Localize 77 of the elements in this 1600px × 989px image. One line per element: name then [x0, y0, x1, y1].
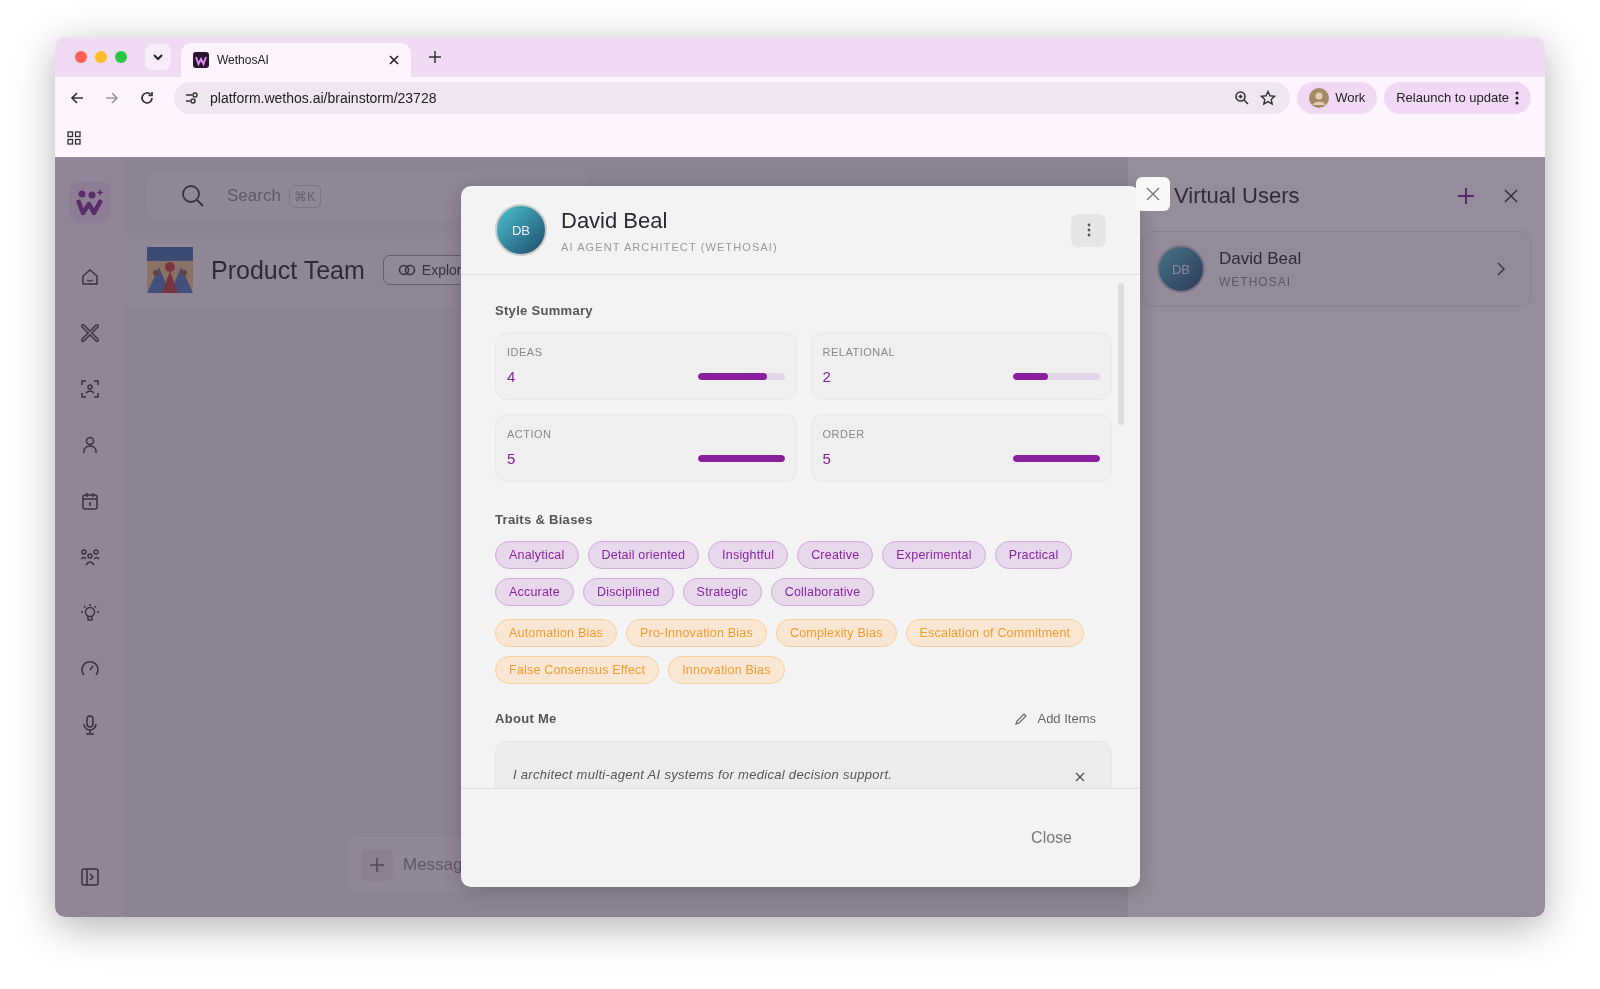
bias-tag: Complexity Bias — [775, 619, 897, 647]
user-avatar: DB — [1157, 245, 1205, 293]
bias-tag: Pro-Innovation Bias — [626, 619, 767, 647]
tab-list-button[interactable] — [145, 44, 171, 70]
zoom-icon[interactable] — [1234, 89, 1251, 106]
panel-title: Virtual Users — [1174, 183, 1300, 209]
bias-tag: False Consensus Effect — [495, 656, 660, 684]
close-icon — [1146, 187, 1160, 201]
section-title: Style Summary — [495, 303, 594, 318]
group-icon[interactable] — [80, 547, 100, 567]
metric-value: 2 — [822, 368, 831, 385]
bias-tag: Escalation of Commitment — [905, 619, 1085, 647]
metric-label: IDEAS — [507, 346, 544, 358]
metric-label: RELATIONAL — [822, 346, 897, 358]
close-button[interactable]: Close — [1025, 828, 1078, 848]
add-icon[interactable] — [1457, 187, 1475, 205]
address-bar[interactable]: platform.wethos.ai/brainstorm/23728 — [174, 81, 1291, 114]
forward-icon[interactable] — [104, 89, 120, 106]
person-icon[interactable] — [80, 435, 100, 455]
profile-role: AI AGENT ARCHITECT (WETHOSAI) — [561, 240, 779, 253]
tools-icon[interactable] — [80, 323, 100, 343]
trait-tag: Detail oriented — [587, 541, 700, 569]
section-title: Traits & Biases — [495, 512, 594, 527]
microphone-icon[interactable] — [80, 715, 100, 735]
app-logo-icon[interactable] — [69, 181, 111, 223]
pencil-icon — [1014, 711, 1029, 726]
trait-tag: Analytical — [495, 541, 579, 569]
metric-label: ACTION — [507, 428, 553, 440]
relaunch-button[interactable]: Relaunch to update — [1384, 81, 1531, 114]
back-icon[interactable] — [69, 89, 85, 106]
add-items-button[interactable]: Add Items — [1008, 710, 1102, 727]
trait-tag: Collaborative — [770, 578, 875, 606]
expand-sidebar-icon[interactable] — [80, 867, 100, 887]
search-icon — [181, 184, 205, 208]
trait-tag: Insightful — [708, 541, 789, 569]
metric-value: 5 — [507, 450, 516, 467]
new-tab-icon[interactable] — [429, 51, 441, 63]
reload-icon[interactable] — [139, 89, 155, 106]
app-logo-icon — [193, 52, 209, 68]
trait-tag: Experimental — [882, 541, 986, 569]
metric-label: ORDER — [822, 428, 866, 440]
trait-tag: Creative — [797, 541, 874, 569]
lightbulb-icon[interactable] — [80, 603, 100, 623]
home-icon[interactable] — [80, 267, 100, 287]
close-button[interactable] — [1136, 177, 1170, 211]
trait-tag: Practical — [994, 541, 1073, 569]
tab-title: WethosAI — [217, 53, 270, 67]
profile-button[interactable]: Work — [1297, 81, 1378, 114]
site-settings-icon[interactable] — [184, 89, 200, 106]
profile-avatar: DB — [495, 204, 547, 256]
bias-tag: Innovation Bias — [668, 656, 785, 684]
more-icon — [1515, 90, 1519, 105]
remove-icon[interactable] — [1075, 772, 1085, 782]
bias-tag: Automation Bias — [495, 619, 618, 647]
face-scan-icon[interactable] — [80, 379, 100, 399]
close-icon[interactable] — [389, 55, 399, 65]
apps-grid-icon[interactable] — [67, 130, 81, 145]
add-icon[interactable] — [361, 849, 393, 881]
metric-value: 4 — [507, 368, 516, 385]
chevron-down-icon — [152, 51, 164, 63]
about-text: I architect multi-agent AI systems for medical decision support. — [513, 767, 893, 782]
chevron-right-icon — [1496, 262, 1506, 276]
trait-tag: Disciplined — [582, 578, 674, 606]
link-icon — [397, 264, 416, 276]
browser-tab[interactable]: WethosAI — [181, 43, 411, 77]
close-window-button[interactable] — [75, 51, 87, 63]
star-icon[interactable] — [1260, 89, 1277, 106]
user-name: David Beal — [1219, 249, 1303, 269]
avatar-icon — [1309, 87, 1330, 108]
calendar-icon[interactable] — [80, 491, 100, 511]
section-title: About Me — [495, 711, 557, 726]
trait-tag: Accurate — [495, 578, 574, 606]
url-text: platform.wethos.ai/brainstorm/23728 — [210, 89, 438, 106]
more-icon — [1086, 223, 1091, 237]
team-name: Product Team — [211, 255, 365, 285]
metric-value: 5 — [822, 450, 831, 467]
trait-tag: Strategic — [682, 578, 762, 606]
